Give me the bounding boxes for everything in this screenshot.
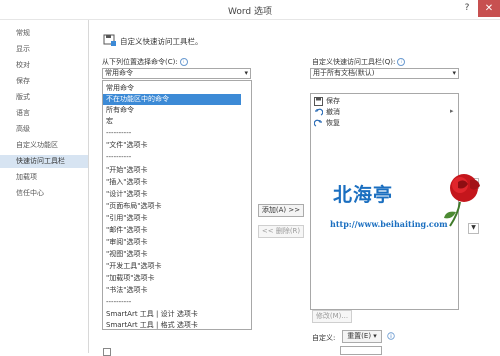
- quick-access-toolbar-icon: [103, 34, 116, 46]
- list-item[interactable]: "文件"选项卡: [103, 140, 241, 151]
- sidebar-item-proofing[interactable]: 校对: [0, 59, 88, 72]
- page-header: 自定义快速访问工具栏。: [120, 37, 203, 46]
- redo-icon: [314, 119, 322, 127]
- list-separator[interactable]: ----------: [103, 152, 241, 163]
- sidebar-item-display[interactable]: 显示: [0, 43, 88, 56]
- list-item[interactable]: SmartArt 工具 | 格式 选项卡: [103, 320, 241, 329]
- list-item[interactable]: "引用"选项卡: [103, 213, 241, 224]
- customize-toolbar-label-text: 自定义快速访问工具栏(Q):: [312, 58, 396, 66]
- customize-label: 自定义:: [312, 334, 336, 342]
- list-item[interactable]: "书法"选项卡: [103, 285, 241, 296]
- list-item[interactable]: "视图"选项卡: [103, 249, 241, 260]
- show-below-ribbon-checkbox[interactable]: [103, 348, 111, 356]
- sidebar-item-layout[interactable]: 版式: [0, 91, 88, 104]
- sidebar-item-customize-ribbon[interactable]: 自定义功能区: [0, 139, 88, 152]
- list-item[interactable]: 常用命令: [103, 83, 241, 94]
- commands-list[interactable]: 常用命令 不在功能区中的命令 所有命令 宏 ---------- "文件"选项卡…: [102, 80, 252, 330]
- list-item[interactable]: "插入"选项卡: [103, 177, 241, 188]
- list-item[interactable]: "审阅"选项卡: [103, 237, 241, 248]
- undo-icon: [315, 108, 323, 116]
- choose-commands-value: 常用命令: [105, 69, 133, 77]
- customize-toolbar-value: 用于所有文档(默认): [313, 69, 375, 77]
- window-title: Word 选项: [228, 7, 272, 17]
- list-separator[interactable]: ----------: [103, 128, 241, 139]
- add-button[interactable]: 添加(A) >>: [258, 204, 304, 217]
- list-item[interactable]: SmartArt 工具 | 设计 选项卡: [103, 309, 241, 320]
- chevron-down-icon: ▾: [244, 69, 248, 77]
- save-icon: [314, 97, 323, 106]
- sidebar: 常规 显示 校对 保存 版式 语言 高级 自定义功能区 快速访问工具栏 加载项 …: [0, 20, 89, 353]
- sidebar-item-trust-center[interactable]: 信任中心: [0, 187, 88, 200]
- toolbar-item-save[interactable]: 保存: [326, 96, 340, 107]
- list-item[interactable]: "邮件"选项卡: [103, 225, 241, 236]
- list-item[interactable]: "设计"选项卡: [103, 189, 241, 200]
- watermark-logo-text: 北海亭: [333, 184, 394, 206]
- list-item[interactable]: "加载项"选项卡: [103, 273, 241, 284]
- chevron-down-icon: ▾: [452, 69, 456, 77]
- title-bar: Word 选项 ? ✕: [0, 0, 500, 20]
- import-export-select[interactable]: [340, 346, 382, 355]
- info-icon: [387, 332, 395, 340]
- reset-button[interactable]: 重置(E) ▾: [342, 330, 382, 343]
- list-separator[interactable]: ----------: [103, 297, 241, 308]
- info-icon: i: [397, 58, 406, 66]
- customize-toolbar-select[interactable]: 用于所有文档(默认) ▾: [310, 68, 459, 79]
- customize-toolbar-label: 自定义快速访问工具栏(Q): i: [312, 57, 406, 67]
- sidebar-item-save[interactable]: 保存: [0, 75, 88, 88]
- sidebar-item-advanced[interactable]: 高级: [0, 123, 88, 136]
- list-item[interactable]: 所有命令: [103, 105, 241, 116]
- sidebar-item-quick-access-toolbar[interactable]: 快速访问工具栏: [0, 155, 88, 168]
- watermark-url: http://www.beihaiting.com: [330, 219, 448, 229]
- list-item[interactable]: "开始"选项卡: [103, 165, 241, 176]
- sidebar-item-addins[interactable]: 加载项: [0, 171, 88, 184]
- sidebar-item-general[interactable]: 常规: [0, 27, 88, 40]
- help-icon[interactable]: ?: [461, 3, 473, 15]
- remove-button[interactable]: << 删除(R): [258, 225, 304, 238]
- toolbar-item-redo[interactable]: 恢复: [326, 118, 340, 129]
- list-item[interactable]: "页面布局"选项卡: [103, 201, 241, 212]
- close-button[interactable]: ✕: [478, 0, 500, 17]
- list-item[interactable]: "开发工具"选项卡: [103, 261, 241, 272]
- list-item[interactable]: 不在功能区中的命令: [103, 94, 241, 105]
- list-item[interactable]: 宏: [103, 116, 241, 127]
- toolbar-item-undo[interactable]: 撤消: [326, 107, 340, 118]
- choose-commands-select[interactable]: 常用命令 ▾: [102, 68, 251, 79]
- rose-icon: [444, 174, 480, 227]
- choose-commands-label: 从下列位置选择命令(C): i: [102, 57, 188, 67]
- info-icon: i: [179, 58, 188, 66]
- modify-button[interactable]: 修改(M)...: [312, 310, 352, 323]
- sidebar-item-language[interactable]: 语言: [0, 107, 88, 120]
- undo-submenu-icon: ▸: [450, 107, 454, 115]
- choose-commands-label-text: 从下列位置选择命令(C):: [102, 58, 178, 66]
